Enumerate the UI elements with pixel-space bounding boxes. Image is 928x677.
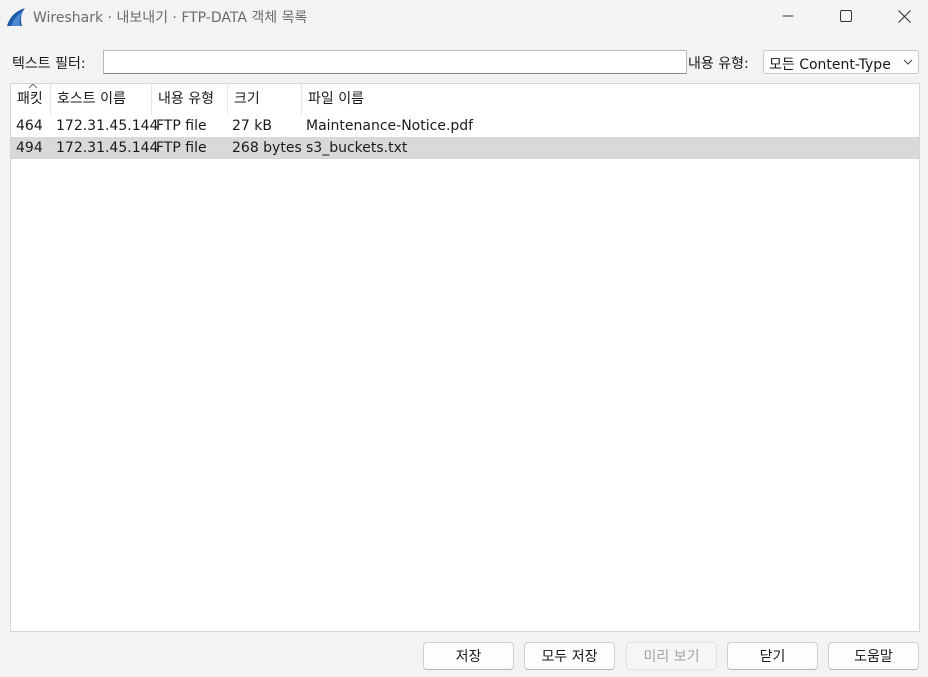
text-filter-label: 텍스트 필터:	[12, 56, 86, 72]
column-label: 내용 유형	[158, 91, 214, 107]
close-button[interactable]: 닫기	[727, 642, 818, 670]
column-header-size[interactable]: 크기	[228, 84, 302, 115]
title-bar: Wireshark · 내보내기 · FTP-DATA 객체 목록	[0, 0, 928, 34]
cell-content-type: FTP file	[156, 140, 207, 156]
help-button[interactable]: 도움말	[828, 642, 919, 670]
column-label: 파일 이름	[308, 91, 364, 107]
text-filter-input[interactable]	[103, 50, 687, 74]
column-header-content-type[interactable]: 내용 유형	[152, 84, 228, 115]
table-header: 패킷 호스트 이름 내용 유형 크기 파일 이름	[11, 84, 919, 115]
cell-size: 268 bytes	[232, 140, 302, 156]
objects-table[interactable]: 패킷 호스트 이름 내용 유형 크기 파일 이름 464 172.31.45.1…	[10, 83, 920, 632]
minimize-button[interactable]	[759, 0, 817, 32]
cell-size: 27 kB	[232, 118, 272, 134]
content-type-label: 내용 유형:	[688, 56, 749, 72]
cell-packet: 494	[16, 140, 43, 156]
sort-ascending-icon	[28, 84, 38, 89]
column-label: 호스트 이름	[57, 91, 126, 107]
wireshark-fin-icon	[7, 8, 25, 26]
cell-filename: s3_buckets.txt	[306, 140, 408, 156]
minimize-icon	[782, 15, 794, 17]
table-row[interactable]: 464 172.31.45.144 FTP file 27 kB Mainten…	[11, 115, 919, 137]
column-label: 패킷	[17, 91, 43, 107]
window-title: Wireshark · 내보내기 · FTP-DATA 객체 목록	[33, 10, 308, 26]
column-header-filename[interactable]: 파일 이름	[302, 84, 919, 115]
close-window-button[interactable]	[875, 0, 928, 32]
maximize-icon	[840, 10, 852, 22]
maximize-button[interactable]	[817, 0, 875, 32]
chevron-down-icon	[903, 59, 913, 65]
save-button[interactable]: 저장	[423, 642, 514, 670]
cell-filename: Maintenance-Notice.pdf	[306, 118, 474, 134]
content-type-select[interactable]: 모든 Content-Type	[763, 50, 919, 74]
column-header-host[interactable]: 호스트 이름	[51, 84, 152, 115]
column-label: 크기	[234, 91, 260, 107]
cell-packet: 464	[16, 118, 43, 134]
filter-row: 텍스트 필터: 내용 유형: 모든 Content-Type	[0, 46, 928, 78]
cell-host: 172.31.45.144	[56, 118, 159, 134]
preview-button[interactable]: 미리 보기	[626, 642, 717, 670]
column-header-packet[interactable]: 패킷	[11, 84, 51, 115]
table-row-selected[interactable]: 494 172.31.45.144 FTP file 268 bytes s3_…	[11, 137, 919, 159]
cell-host: 172.31.45.144	[56, 140, 159, 156]
close-icon	[897, 9, 911, 23]
cell-content-type: FTP file	[156, 118, 207, 134]
content-type-value: 모든 Content-Type	[769, 57, 891, 73]
save-all-button[interactable]: 모두 저장	[524, 642, 615, 670]
